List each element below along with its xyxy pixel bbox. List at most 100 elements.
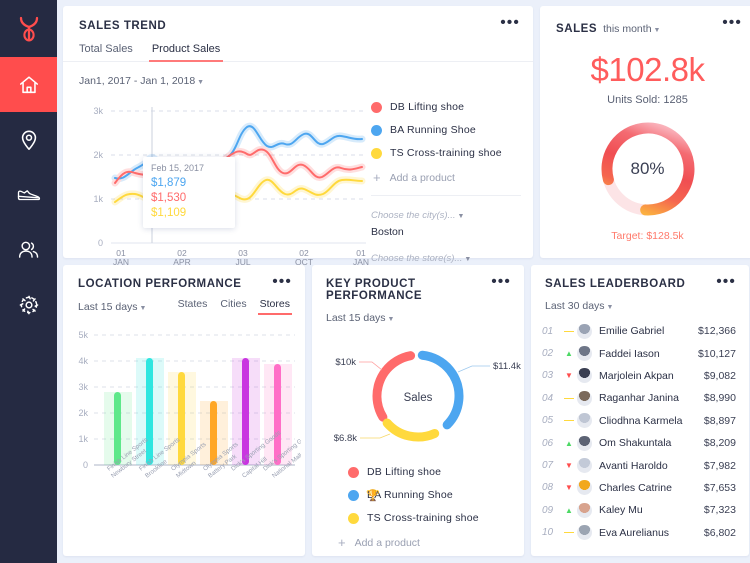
chevron-down-icon: ▼ (606, 304, 614, 311)
location-period-label: Last 15 days (78, 301, 138, 313)
sidebar-item-products[interactable] (0, 167, 57, 222)
chevron-down-icon: ▼ (139, 305, 147, 312)
legend-color-dot (371, 101, 382, 113)
svg-text:4k: 4k (78, 356, 88, 366)
gauge-percent: 80% (630, 159, 665, 178)
y-tick-2k: 2k (93, 150, 103, 160)
table-row[interactable]: 03 ▼ Marjolein Akpan $9,082 (542, 365, 736, 387)
leaderboard-name: Charles Catrine (599, 481, 672, 494)
table-row[interactable]: 09 ▲ Kaley Mu $7,323 (542, 499, 736, 521)
store-filter[interactable]: Choose the store(s)... ▼ (371, 248, 529, 266)
leaderboard-amount: $8,209 (703, 437, 736, 450)
y-tick-1k: 1k (93, 194, 103, 204)
legend-item[interactable]: BA Running Shoe (371, 124, 529, 136)
location-period-dropdown[interactable]: Last 15 days ▼ (78, 297, 146, 315)
sales-trend-tabs: Total Sales Product Sales (63, 43, 533, 62)
segment-stores[interactable]: Stores (257, 298, 293, 315)
leaderboard-name: Avanti Haroldo (599, 459, 668, 472)
key-product-performance-card: ••• KEY PRODUCT PERFORMANCE Last 15 days… (312, 265, 524, 556)
bar-dicks-capital-hill (242, 358, 249, 465)
date-range-dropdown[interactable]: Jan1, 2017 - Jan 1, 2018 ▼ (63, 62, 533, 89)
segment-cities[interactable]: Cities (220, 298, 246, 314)
sales-summary-card: ••• SALES this month ▼ $102.8k Units Sold… (540, 6, 750, 258)
avatar (577, 435, 592, 451)
leaderboard-title: SALES LEADERBOARD (545, 278, 686, 290)
svg-text:1k: 1k (78, 434, 88, 444)
legend-item[interactable]: DB Lifting shoe (348, 466, 524, 478)
avatar (577, 413, 592, 429)
plus-icon: + (373, 170, 381, 185)
location-menu-icon[interactable]: ••• (272, 274, 292, 289)
leaderboard-amount: $10,127 (698, 347, 736, 360)
leaderboard-amount: $7,653 (703, 481, 736, 494)
legend-color-dot (371, 147, 382, 159)
svg-text:5k: 5k (78, 330, 88, 340)
sidebar-item-home[interactable] (0, 57, 57, 112)
sales-trend-chart: 3k 2k 1k 0 01 JAN 02 APR 03 JUL 02 OCT 01 JAN (69, 97, 369, 267)
sales-period-dropdown[interactable]: this month ▼ (603, 19, 660, 37)
tab-total-sales[interactable]: Total Sales (79, 43, 133, 61)
sales-gauge: 80% (540, 115, 750, 223)
location-bar-chart: 5k 4k 3k 2k 1k 0 Finish Line Sports Newb… (67, 321, 314, 521)
sidebar-item-locations[interactable] (0, 112, 57, 167)
table-row[interactable]: 01 — Emilie Gabriel $12,366 (542, 320, 736, 342)
leaderboard-name: Kaley Mu (599, 504, 643, 517)
svg-text:0: 0 (83, 460, 88, 470)
bar-chart-svg: 5k 4k 3k 2k 1k 0 Finish Line Sports Newb… (78, 330, 314, 480)
add-product-button[interactable]: + Add a product (371, 170, 529, 185)
legend-label: DB Lifting shoe (367, 466, 442, 478)
leaderboard-rank: 05 (542, 415, 554, 427)
sales-card-title: SALES (556, 23, 598, 35)
legend-item[interactable]: TS Cross-training shoe (348, 512, 524, 524)
kpp-period-dropdown[interactable]: Last 15 days ▼ (326, 308, 510, 326)
legend-item[interactable]: DB Lifting shoe (371, 101, 529, 113)
legend-color-dot (348, 466, 359, 478)
legend-color-dot (371, 124, 382, 136)
sidebar (0, 0, 57, 563)
sidebar-item-settings[interactable] (0, 277, 57, 332)
donut-center-label: Sales (403, 392, 433, 404)
leaderboard-name: Eva Aurelianus (599, 526, 670, 539)
tooltip-value-red: $1,530 (151, 192, 187, 204)
users-icon (18, 241, 39, 258)
legend-label: TS Cross-training shoe (367, 512, 479, 524)
chevron-down-icon: ▼ (464, 256, 472, 263)
gear-icon (19, 295, 38, 314)
leaderboard-amount: $6,802 (703, 526, 736, 539)
table-row[interactable]: 05 — Cliodhna Karmela $8,897 (542, 410, 736, 432)
chevron-down-icon: ▼ (457, 213, 465, 220)
leaderboard-rank: 09 (542, 504, 554, 516)
app-logo[interactable] (0, 0, 57, 57)
leaderboard-list: 01 — Emilie Gabriel $12,366 02 ▲ Faddei Iason $… (531, 320, 749, 544)
leaderboard-period-dropdown[interactable]: Last 30 days ▼ (545, 296, 735, 314)
table-row[interactable]: 02 ▲ Faddei Iason $10,127 (542, 342, 736, 364)
kpp-menu-icon[interactable]: ••• (491, 274, 511, 289)
legend-item[interactable]: 🏆 BA Running Shoe (348, 489, 524, 502)
legend-item[interactable]: TS Cross-training shoe (371, 147, 529, 159)
segment-states[interactable]: States (178, 298, 208, 314)
leaderboard-rank: 01 (542, 325, 554, 337)
table-row[interactable]: 07 ▼ Avanti Haroldo $7,982 (542, 454, 736, 476)
tab-product-sales[interactable]: Product Sales (148, 43, 224, 62)
sidebar-item-customers[interactable] (0, 222, 57, 277)
leaderboard-menu-icon[interactable]: ••• (716, 274, 736, 289)
leaderboard-name: Cliodhna Karmela (599, 414, 683, 427)
city-filter[interactable]: Choose the city(s)... ▼ (371, 205, 529, 223)
trend-down-icon: ▼ (565, 371, 573, 381)
sales-card-menu-icon[interactable]: ••• (722, 15, 742, 30)
leaderboard-rank: 10 (542, 527, 554, 539)
table-row[interactable]: 10 — Eva Aurelianus $6,802 (542, 522, 736, 544)
table-row[interactable]: 08 ▼ Charles Catrine $7,653 (542, 477, 736, 499)
sales-trend-menu-icon[interactable]: ••• (500, 15, 520, 30)
avatar (577, 458, 592, 474)
table-row[interactable]: 04 — Raganhar Janina $8,990 (542, 387, 736, 409)
city-filter-value: Boston (371, 226, 404, 238)
kpp-add-product-button[interactable]: + Add a product (336, 535, 524, 550)
bull-logo-icon (19, 16, 38, 41)
leaderboard-name: Raganhar Janina (599, 392, 679, 405)
chevron-down-icon: ▼ (387, 316, 395, 323)
leaderboard-amount: $8,990 (703, 392, 736, 405)
table-row[interactable]: 06 ▲ Om Shakuntala $8,209 (542, 432, 736, 454)
bottom-row: ••• LOCATION PERFORMANCE Last 15 days ▼ S… (63, 265, 750, 556)
top-row: ••• SALES TREND Total Sales Product Sale… (63, 6, 750, 293)
